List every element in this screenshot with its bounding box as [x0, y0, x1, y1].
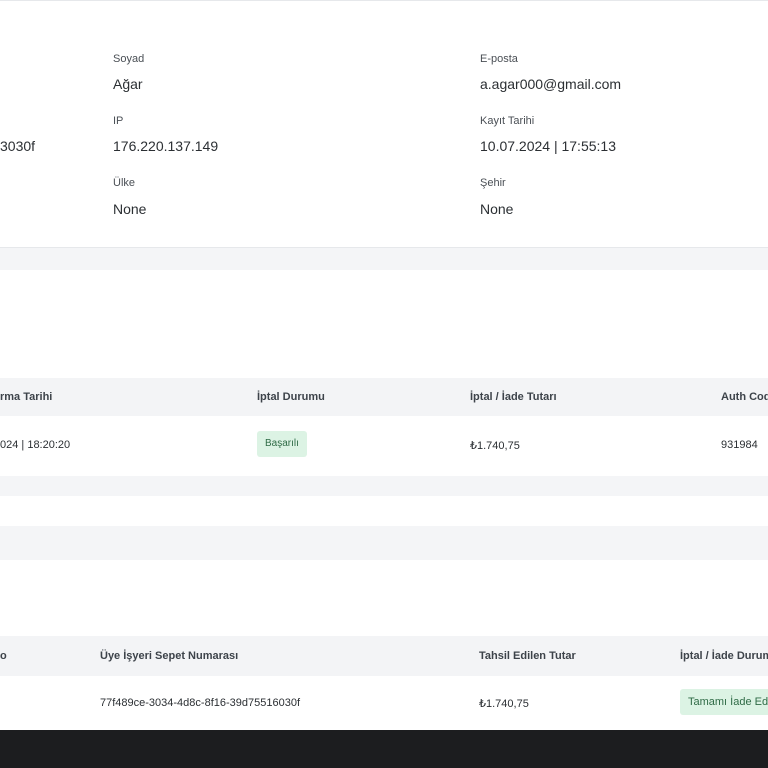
basket-section-body [0, 560, 768, 636]
footer-bar [0, 730, 768, 768]
refund-amount-cell: ₺1.740,75 [470, 440, 520, 452]
cancel-section-body [0, 270, 768, 378]
country-value: None [113, 201, 147, 217]
surname-value: Ağar [113, 76, 143, 92]
table-row[interactable]: 024 | 18:20:20 Başarılı ₺1.740,75 931984 [0, 416, 768, 476]
city-value: None [480, 201, 514, 217]
col-collected-amount-header: Tahsil Edilen Tutar [479, 650, 576, 662]
col-auth-code-header: Auth Cod [721, 391, 768, 403]
col-no-header: o [0, 650, 7, 662]
section-divider [0, 248, 768, 270]
auth-code-cell: 931984 [721, 439, 758, 451]
register-date-label: Kayıt Tarihi [480, 115, 535, 127]
basket-table-header: o Üye İşyeri Sepet Numarası Tahsil Edile… [0, 636, 768, 676]
ip-label: IP [113, 115, 124, 127]
register-date-value: 10.07.2024 | 17:55:13 [480, 138, 616, 154]
ip-value: 176.220.137.149 [113, 138, 219, 154]
collected-amount-cell: ₺1.740,75 [479, 698, 529, 710]
country-label: Ülke [113, 177, 136, 189]
col-date-header: rma Tarihi [0, 391, 53, 403]
section-divider [0, 476, 768, 496]
city-label: Şehir [480, 177, 506, 189]
customer-info-card: Soyad Ağar E-posta a.agar000@gmail.com 3… [0, 0, 768, 248]
col-cancel-status-header: İptal Durumu [257, 391, 325, 403]
email-value: a.agar000@gmail.com [480, 76, 622, 92]
section-divider [0, 526, 768, 560]
basket-id-cell: 77f489ce-3034-4d8c-8f16-39d75516030f [100, 697, 300, 709]
email-label: E-posta [480, 53, 518, 65]
status-badge: Başarılı [257, 431, 307, 457]
section-spacer [0, 496, 768, 526]
col-refund-amount-header: İptal / İade Tutarı [470, 391, 557, 403]
cancel-table-header: rma Tarihi İptal Durumu İptal / İade Tut… [0, 378, 768, 416]
col-refund-status-header: İptal / İade Durum [680, 650, 768, 662]
col-basket-id-header: Üye İşyeri Sepet Numarası [100, 650, 239, 662]
surname-label: Soyad [113, 53, 145, 65]
table-row[interactable]: 77f489ce-3034-4d8c-8f16-39d75516030f ₺1.… [0, 676, 768, 730]
refund-status-badge: Tamamı İade Ed [680, 689, 768, 715]
customer-id-partial: 3030f [0, 138, 36, 154]
cancel-date-cell: 024 | 18:20:20 [0, 439, 71, 451]
